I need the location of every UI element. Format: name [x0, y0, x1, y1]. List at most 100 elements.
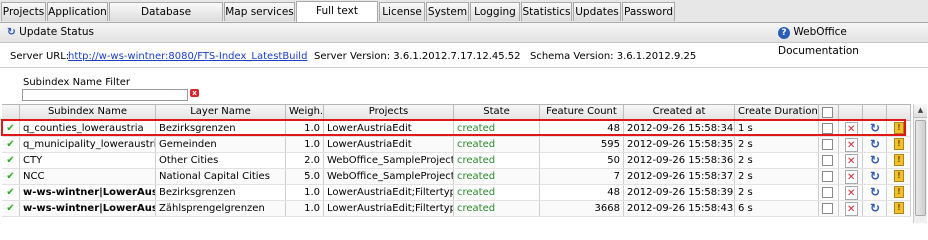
- cell-select[interactable]: [819, 185, 839, 200]
- row-checkbox[interactable]: [822, 187, 833, 198]
- table-row[interactable]: ✔w-ws-wintner|LowerAustriZählsprengelgre…: [2, 201, 911, 217]
- tab-database-connections[interactable]: Database connections: [109, 2, 223, 37]
- header-weight[interactable]: Weigh.: [286, 105, 324, 120]
- cell-delete[interactable]: [839, 121, 863, 136]
- warning-icon[interactable]: !: [894, 138, 904, 150]
- cell-create-duration: 6 s: [735, 201, 819, 216]
- cell-projects: WebOffice_SampleProject: [324, 153, 454, 168]
- server-url-link[interactable]: http://w-ws-wintner:8080/FTS-Index_Lates…: [68, 48, 307, 66]
- warning-icon[interactable]: !: [894, 154, 904, 166]
- check-icon: ✔: [2, 153, 20, 168]
- warning-icon[interactable]: !: [894, 186, 904, 198]
- rebuild-icon[interactable]: ↻: [870, 186, 880, 198]
- clear-filter-icon[interactable]: x: [190, 89, 199, 97]
- row-checkbox[interactable]: [822, 123, 833, 134]
- tab-password[interactable]: Password: [622, 2, 675, 21]
- cell-select[interactable]: [819, 153, 839, 168]
- row-checkbox[interactable]: [822, 139, 833, 150]
- cell-select[interactable]: [819, 201, 839, 216]
- table-row[interactable]: ✔ NCC National Capital Cities 5.0 WebOffice_…: [2, 169, 911, 185]
- update-status-button[interactable]: ↻ Update Status: [7, 23, 94, 42]
- cell-rebuild[interactable]: ↻: [863, 185, 887, 200]
- cell-warning[interactable]: !: [887, 201, 911, 216]
- cell-rebuild[interactable]: ↻: [863, 201, 887, 216]
- tab-system[interactable]: System: [426, 2, 469, 21]
- vertical-scrollbar[interactable]: ▲: [913, 104, 927, 223]
- rebuild-icon[interactable]: ↻: [870, 170, 880, 182]
- header-select-all[interactable]: [819, 105, 839, 120]
- cell-delete[interactable]: [839, 137, 863, 152]
- rebuild-icon[interactable]: ↻: [870, 138, 880, 150]
- row-checkbox[interactable]: [822, 155, 833, 166]
- cell-layer-name: Bezirksgrenzen: [156, 185, 286, 200]
- cell-warning[interactable]: !: [887, 121, 911, 136]
- row-checkbox[interactable]: [822, 203, 833, 214]
- cell-projects: WebOffice_SampleProject: [324, 169, 454, 184]
- warning-icon[interactable]: !: [894, 170, 904, 182]
- header-layer-name[interactable]: Layer Name: [156, 105, 286, 120]
- tab-license[interactable]: License: [379, 2, 425, 21]
- delete-icon[interactable]: [845, 154, 858, 168]
- tab-full-text-search[interactable]: Full text Search: [296, 1, 378, 36]
- scroll-up-icon[interactable]: ▲: [914, 104, 927, 118]
- documentation-button[interactable]: ? WebOffice Documentation: [778, 23, 928, 57]
- delete-icon[interactable]: [845, 170, 858, 184]
- tab-application[interactable]: Application: [47, 2, 108, 21]
- server-info: Server URL: http://w-ws-wintner:8080/FTS…: [0, 48, 928, 66]
- cell-select[interactable]: [819, 137, 839, 152]
- header-create-duration[interactable]: Create Duration: [735, 105, 819, 120]
- tab-logging[interactable]: Logging: [470, 2, 520, 21]
- cell-select[interactable]: [819, 121, 839, 136]
- rebuild-icon[interactable]: ↻: [870, 154, 880, 166]
- cell-rebuild[interactable]: ↻: [863, 137, 887, 152]
- warning-icon[interactable]: !: [894, 122, 904, 134]
- subindex-filter-input[interactable]: [22, 89, 188, 101]
- cell-warning[interactable]: !: [887, 169, 911, 184]
- cell-warning[interactable]: !: [887, 137, 911, 152]
- delete-icon[interactable]: [845, 202, 858, 216]
- header-projects[interactable]: Projects: [324, 105, 454, 120]
- cell-subindex-name: w-ws-wintner|LowerAustri: [20, 201, 156, 216]
- delete-icon[interactable]: [845, 122, 858, 136]
- scrollbar-thumb[interactable]: [915, 120, 926, 216]
- rebuild-icon[interactable]: ↻: [870, 122, 880, 134]
- help-icon: ?: [778, 27, 790, 39]
- warning-icon[interactable]: !: [894, 202, 904, 214]
- cell-create-duration: 1 s: [735, 121, 819, 136]
- cell-weight: 1.0: [286, 121, 324, 136]
- delete-icon[interactable]: [845, 186, 858, 200]
- rebuild-icon[interactable]: ↻: [870, 202, 880, 214]
- header-subindex-name[interactable]: Subindex Name: [20, 105, 156, 120]
- tab-updates[interactable]: Updates: [573, 2, 621, 21]
- cell-delete[interactable]: [839, 185, 863, 200]
- table-row[interactable]: ✔ CTY Other Cities 2.0 WebOffice_SampleProje…: [2, 153, 911, 169]
- table-row[interactable]: ✔ q_municipality_loweraustria Gemeinden 1.0…: [2, 137, 911, 153]
- cell-rebuild[interactable]: ↻: [863, 169, 887, 184]
- cell-delete[interactable]: [839, 169, 863, 184]
- cell-projects: LowerAustriaEdit: [324, 121, 454, 136]
- cell-weight: 1.0: [286, 201, 324, 216]
- tab-map-services[interactable]: Map services: [224, 2, 295, 21]
- header-state[interactable]: State: [454, 105, 540, 120]
- tab-projects[interactable]: Projects: [1, 2, 46, 21]
- header-feature-count[interactable]: Feature Count: [540, 105, 624, 120]
- cell-select[interactable]: [819, 169, 839, 184]
- cell-subindex-name: CTY: [20, 153, 156, 168]
- delete-icon[interactable]: [845, 138, 858, 152]
- cell-rebuild[interactable]: ↻: [863, 153, 887, 168]
- cell-feature-count: 3668: [540, 201, 624, 216]
- cell-delete[interactable]: [839, 201, 863, 216]
- table-row[interactable]: ✔w-ws-wintner|LowerAustriBezirksgrenzen1…: [2, 185, 911, 201]
- tab-statistics[interactable]: Statistics: [521, 2, 572, 21]
- cell-layer-name: Other Cities: [156, 153, 286, 168]
- cell-delete[interactable]: [839, 153, 863, 168]
- row-checkbox[interactable]: [822, 171, 833, 182]
- header-created-at[interactable]: Created at: [624, 105, 735, 120]
- cell-rebuild[interactable]: ↻: [863, 121, 887, 136]
- table-row[interactable]: ✔ q_counties_loweraustria Bezirksgrenzen 1.…: [2, 121, 911, 137]
- cell-state: created: [454, 185, 540, 200]
- schema-version: Schema Version: 3.6.1.2012.9.25: [530, 51, 697, 62]
- cell-warning[interactable]: !: [887, 153, 911, 168]
- select-all-checkbox[interactable]: [822, 107, 833, 118]
- cell-warning[interactable]: !: [887, 185, 911, 200]
